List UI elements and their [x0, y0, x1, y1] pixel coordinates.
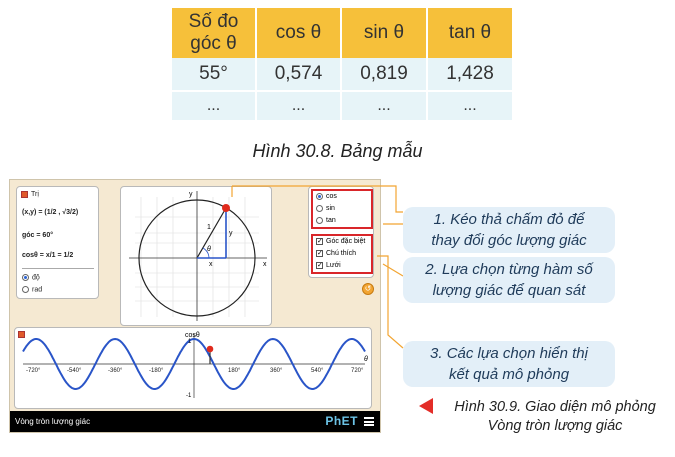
graph-title: cosθ [185, 332, 200, 339]
table-row: 55° 0,574 0,819 1,428 [172, 58, 512, 92]
option-grid-label: Lưới [326, 262, 341, 269]
radio-icon[interactable] [316, 216, 323, 224]
table-header-row: Số đo góc θ cos θ sin θ tan θ [172, 8, 512, 58]
pointer-triangle-icon [419, 398, 433, 414]
options-panel: cos sin tan ✓ Góc đặc biệt ✓ Chú thích ✓ Lư… [308, 186, 374, 278]
checkbox-icon[interactable]: ✓ [316, 261, 323, 269]
angle-readout: góc = 60° [22, 232, 54, 239]
option-labels[interactable]: ✓ Chú thích [313, 248, 371, 260]
y-component-label: y [229, 230, 233, 237]
radio-icon[interactable] [316, 204, 323, 212]
cosine-graph: cosθ θ 1 -1 -720° -540° -360° -180° 180°… [22, 332, 368, 399]
reset-icon[interactable]: ↺ [362, 283, 374, 295]
x-axis-label: x [263, 261, 267, 268]
unit-degree-label: độ [32, 274, 40, 282]
checkbox-icon[interactable]: ✓ [316, 237, 323, 245]
graph-y-bottom: -1 [186, 393, 192, 399]
figure-caption-table: Hình 30.8. Bảng mẫu [252, 141, 423, 161]
header-angle-line2: góc θ [190, 33, 237, 54]
radio-icon[interactable] [22, 286, 29, 293]
divider [22, 268, 94, 269]
option-tan-label: tan [326, 217, 336, 224]
menu-icon[interactable] [364, 417, 374, 426]
callout-line: 2. Lựa chọn từng hàm số [425, 261, 593, 278]
graph-tick: -360° [108, 368, 123, 374]
unit-circle-panel: x y x y 1 θ [120, 186, 272, 326]
figure-caption-sim: Hình 30.9. Giao diện mô phỏng Vòng tròn … [437, 398, 673, 436]
option-sin[interactable]: sin [313, 203, 371, 215]
simulation-screenshot: Trị (x,y) = (1/2 , √3/2) góc = 60° cosθ … [9, 179, 381, 433]
coords-readout: (x,y) = (1/2 , √3/2) [22, 209, 79, 216]
collapse-icon[interactable] [18, 331, 25, 338]
callout-line: 1. Kéo thả chấm đỏ để [433, 211, 585, 228]
cell-angle: 55° [172, 58, 255, 92]
x-component-label: x [209, 261, 213, 268]
cos-readout: cosθ = x/1 = 1/2 [22, 252, 74, 259]
graph-tick: 540° [311, 368, 324, 374]
option-cos-label: cos [326, 193, 337, 200]
graph-theta-label: θ [364, 356, 368, 363]
collapse-icon[interactable] [21, 191, 28, 198]
graph-panel: cosθ θ 1 -1 -720° -540° -360° -180° 180°… [14, 327, 372, 409]
angle-label: θ [207, 246, 211, 253]
unit-radian-label: rad [32, 286, 43, 294]
callout-line: kết quả mô phỏng [448, 366, 570, 383]
cell-ellipsis: ... [172, 92, 255, 120]
graph-tick: -180° [149, 368, 164, 374]
callout-display-options: 3. Các lựa chọn hiển thị kết quả mô phỏn… [403, 341, 615, 387]
y-axis-label: y [189, 191, 193, 198]
sim-footer: Vòng tròn lượng giác PhET [10, 411, 380, 432]
graph-tick: -720° [26, 368, 41, 374]
values-panel-header[interactable]: Trị [21, 191, 39, 198]
unit-circle-graphic: x y x y 1 θ [129, 191, 267, 321]
sample-table: Số đo góc θ cos θ sin θ tan θ 55° 0,574 … [170, 8, 514, 120]
connector-2b [382, 263, 404, 277]
radio-icon[interactable] [316, 192, 323, 200]
option-labels-label: Chú thích [326, 250, 356, 257]
option-sin-label: sin [326, 205, 335, 212]
header-sin: sin θ [342, 8, 426, 58]
option-grid[interactable]: ✓ Lưới [313, 260, 371, 272]
radio-icon[interactable] [22, 274, 29, 281]
callout-line: lượng giác để quan sát [432, 282, 586, 299]
drag-point[interactable] [222, 204, 230, 212]
values-panel: Trị (x,y) = (1/2 , √3/2) góc = 60° cosθ … [16, 186, 99, 299]
cell-cos: 0,574 [257, 58, 340, 92]
function-selector: cos sin tan [311, 189, 373, 229]
callout-line: thay đổi góc lượng giác [431, 232, 587, 249]
graph-tick: 720° [351, 368, 364, 374]
graph-tick: 180° [228, 368, 241, 374]
cell-ellipsis: ... [342, 92, 426, 120]
table-row: ... ... ... ... [172, 92, 512, 120]
option-special-angles[interactable]: ✓ Góc đặc biệt [313, 236, 371, 248]
graph-tick: 360° [270, 368, 283, 374]
cell-ellipsis: ... [257, 92, 340, 120]
phet-logo[interactable]: PhET [325, 413, 358, 430]
cell-ellipsis: ... [428, 92, 512, 120]
caption-line: Hình 30.9. Giao diện mô phỏng [454, 399, 656, 415]
radius-label: 1 [207, 224, 211, 231]
cell-tan: 1,428 [428, 58, 512, 92]
sim-title: Vòng tròn lượng giác [15, 417, 91, 426]
callout-drag-point: 1. Kéo thả chấm đỏ để thay đổi góc lượng… [403, 207, 615, 253]
graph-tick: -540° [67, 368, 82, 374]
option-cos[interactable]: cos [313, 191, 371, 203]
callout-line: 3. Các lựa chọn hiển thị [430, 345, 588, 362]
option-special-angles-label: Góc đặc biệt [326, 238, 366, 245]
checkbox-icon[interactable]: ✓ [316, 249, 323, 257]
display-options: ✓ Góc đặc biệt ✓ Chú thích ✓ Lưới [311, 234, 373, 274]
header-angle: Số đo góc θ [172, 8, 255, 58]
unit-degree-option[interactable]: độ [22, 274, 40, 281]
caption-line: Vòng tròn lượng giác [487, 418, 623, 434]
cell-sin: 0,819 [342, 58, 426, 92]
header-angle-line1: Số đo [188, 11, 239, 32]
graph-drag-point[interactable] [206, 345, 214, 353]
option-tan[interactable]: tan [313, 215, 371, 227]
header-tan: tan θ [428, 8, 512, 58]
unit-radian-option[interactable]: rad [22, 286, 42, 293]
header-cos: cos θ [257, 8, 340, 58]
values-title: Trị [31, 191, 39, 198]
callout-function-choice: 2. Lựa chọn từng hàm số lượng giác để qu… [403, 257, 615, 303]
